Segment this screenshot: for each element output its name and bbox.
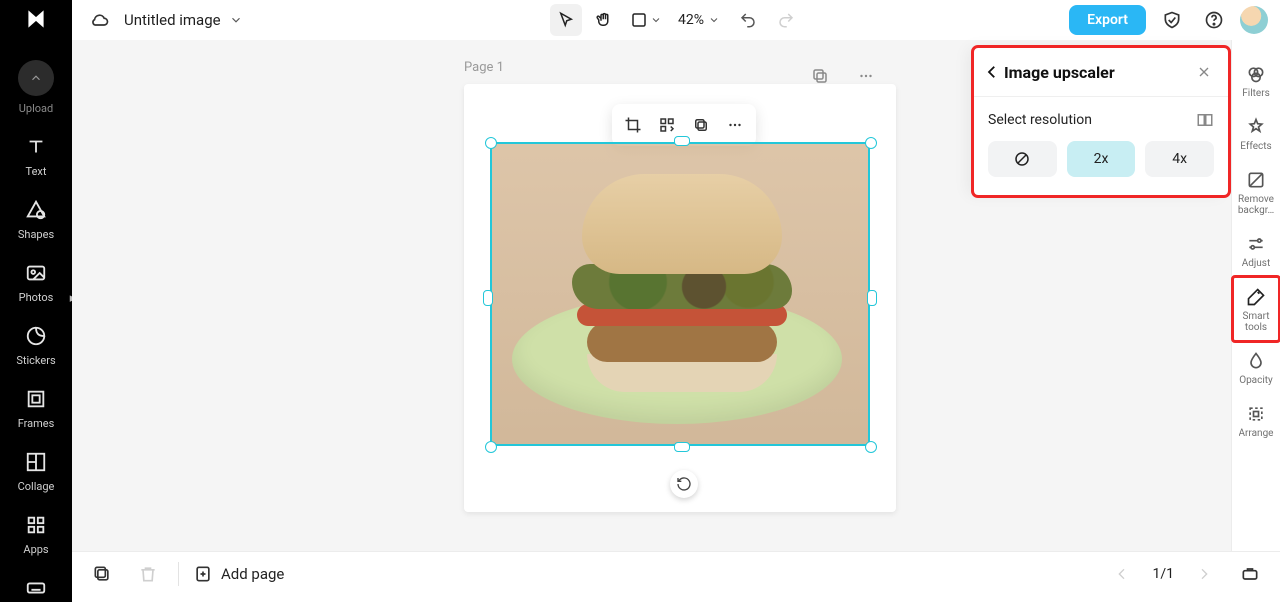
sidebar-item-label: Shapes <box>18 228 54 241</box>
app-logo[interactable] <box>22 6 50 32</box>
sidebar-item-label: Collage <box>18 480 55 493</box>
trash-icon[interactable] <box>132 558 164 590</box>
page-label: Page 1 <box>464 60 504 75</box>
selection-handle-s[interactable] <box>674 442 690 452</box>
bottom-bar: Add page 1/1 <box>72 551 1280 596</box>
crop-button[interactable] <box>618 110 648 140</box>
canvas-size-dropdown[interactable] <box>626 4 666 36</box>
stickers-icon <box>24 324 48 348</box>
resolution-4x[interactable]: 4x <box>1145 141 1214 177</box>
sidebar-item-shapes[interactable]: Shapes <box>0 188 72 251</box>
sidebar-item-upload[interactable]: Upload <box>0 50 72 125</box>
rp-label: Remove backgr… <box>1234 194 1278 216</box>
sidebar-item-collage[interactable]: Collage <box>0 440 72 503</box>
selection-handle-sw[interactable] <box>485 441 497 453</box>
sidebar-item-stickers[interactable]: Stickers <box>0 314 72 377</box>
zoom-value: 42% <box>678 12 704 28</box>
sidebar-item-text[interactable]: Text <box>0 125 72 188</box>
rp-label: Filters <box>1242 88 1270 99</box>
undo-button[interactable] <box>732 4 764 36</box>
page-label-text: Page 1 <box>464 60 504 75</box>
layers-icon[interactable] <box>86 558 118 590</box>
copy-button[interactable] <box>686 110 716 140</box>
left-sidebar: Upload Text Shapes Photos Stickers Frame… <box>0 0 72 602</box>
redo-button[interactable] <box>770 4 802 36</box>
rp-label: Opacity <box>1239 375 1273 386</box>
image-upscaler-panel: Image upscaler Select resolution 2x 4x <box>974 48 1228 195</box>
select-resolution-label: Select resolution <box>988 112 1092 128</box>
zoom-dropdown[interactable]: 42% <box>672 12 726 28</box>
sidebar-item-frames[interactable]: Frames <box>0 377 72 440</box>
add-page-button[interactable]: Add page <box>193 564 284 584</box>
top-bar: Untitled image 42% Export <box>72 0 1280 41</box>
apps-icon <box>24 513 48 537</box>
upload-icon <box>18 60 54 96</box>
sidebar-item-label: Stickers <box>16 354 55 367</box>
document-title[interactable]: Untitled image <box>124 11 243 29</box>
document-title-text: Untitled image <box>124 11 221 29</box>
user-avatar[interactable] <box>1240 6 1268 34</box>
rp-remove-bg[interactable]: Remove backgr… <box>1233 160 1279 224</box>
next-page-button[interactable] <box>1188 558 1220 590</box>
rp-filters[interactable]: Filters <box>1233 54 1279 107</box>
cloud-save-icon[interactable] <box>84 4 116 36</box>
photos-icon <box>24 261 48 285</box>
selection-handle-n[interactable] <box>674 136 690 146</box>
sidebar-item-keyboard[interactable] <box>0 566 72 604</box>
rp-smart-tools[interactable]: Smart tools <box>1233 277 1279 341</box>
shapes-icon <box>24 198 48 222</box>
sidebar-item-photos[interactable]: Photos <box>0 251 72 314</box>
text-icon <box>24 135 48 159</box>
top-center-controls: 42% <box>550 4 802 36</box>
selection-handle-e[interactable] <box>867 290 877 306</box>
shield-icon[interactable] <box>1156 4 1188 36</box>
rp-label: Effects <box>1240 141 1271 152</box>
add-page-label: Add page <box>221 565 284 583</box>
compare-icon[interactable] <box>1196 111 1214 129</box>
sidebar-item-apps[interactable]: Apps <box>0 503 72 566</box>
selection-handle-w[interactable] <box>483 290 493 306</box>
export-button[interactable]: Export <box>1069 5 1146 35</box>
keyboard-icon <box>24 576 48 600</box>
rp-opacity[interactable]: Opacity <box>1233 341 1279 394</box>
more-button[interactable] <box>720 110 750 140</box>
sidebar-item-label: Frames <box>18 417 55 430</box>
hand-tool[interactable] <box>588 4 620 36</box>
resolution-options: 2x 4x <box>988 141 1214 177</box>
panel-title: Image upscaler <box>1004 63 1115 82</box>
rp-label: Smart tools <box>1234 311 1278 333</box>
top-right-controls: Export <box>1069 4 1268 36</box>
rp-effects[interactable]: Effects <box>1233 107 1279 160</box>
sidebar-item-label: Upload <box>19 102 53 115</box>
collage-icon <box>24 450 48 474</box>
resolution-none[interactable] <box>988 141 1057 177</box>
resolution-2x[interactable]: 2x <box>1067 141 1136 177</box>
brand-kit-icon[interactable] <box>1234 558 1266 590</box>
selection-handle-se[interactable] <box>865 441 877 453</box>
help-icon[interactable] <box>1198 4 1230 36</box>
rp-label: Arrange <box>1239 428 1274 439</box>
chevron-down-icon <box>229 13 243 27</box>
frames-icon <box>24 387 48 411</box>
right-sidebar: Filters Effects Remove backgr… Adjust Sm… <box>1231 40 1280 552</box>
sidebar-item-label: Photos <box>19 291 54 304</box>
rp-arrange[interactable]: Arrange <box>1233 394 1279 447</box>
page-indicator: 1/1 <box>1152 566 1174 582</box>
rp-adjust[interactable]: Adjust <box>1233 224 1279 277</box>
divider <box>178 562 179 586</box>
cursor-tool[interactable] <box>550 4 582 36</box>
selection-handle-ne[interactable] <box>865 137 877 149</box>
selected-image[interactable] <box>490 142 870 446</box>
panel-back-button[interactable] <box>980 60 1004 84</box>
selection-handle-nw[interactable] <box>485 137 497 149</box>
sidebar-item-label: Text <box>26 165 47 178</box>
prev-page-button[interactable] <box>1106 558 1138 590</box>
rp-label: Adjust <box>1242 258 1271 269</box>
close-icon[interactable] <box>1192 60 1216 84</box>
sidebar-item-label: Apps <box>23 543 48 556</box>
rotate-handle[interactable] <box>670 470 698 498</box>
